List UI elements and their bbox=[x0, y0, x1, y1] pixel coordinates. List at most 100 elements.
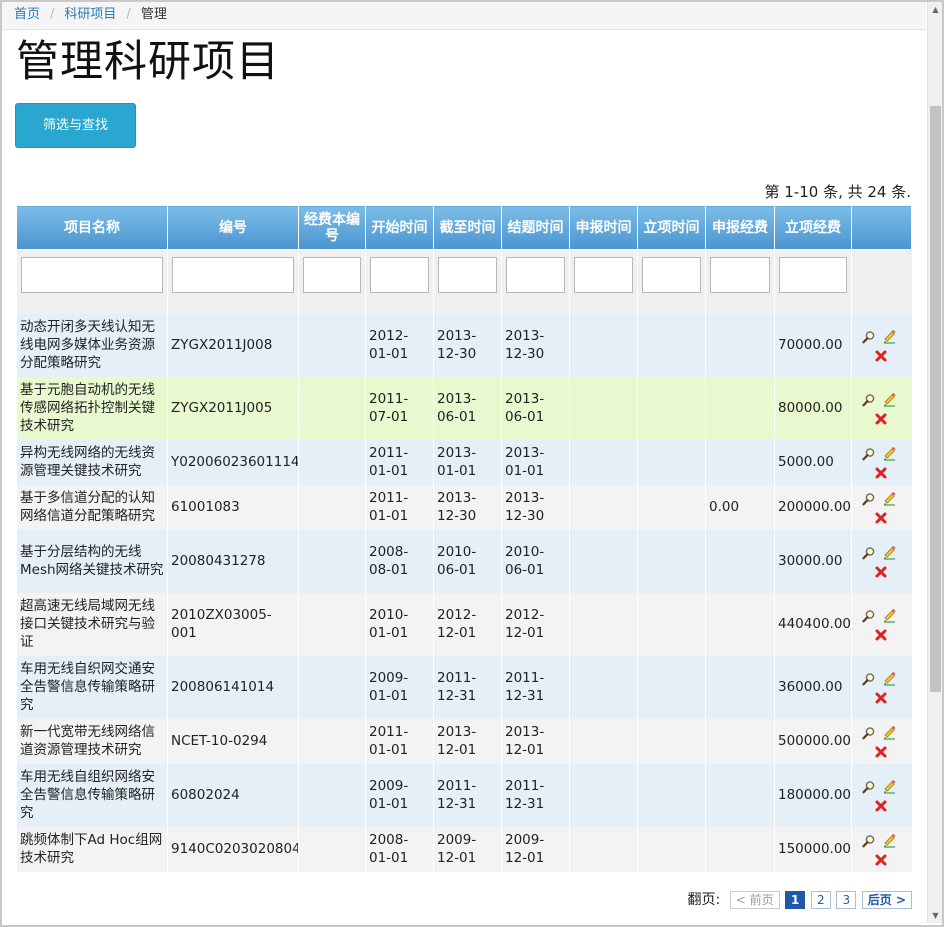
cell-start: 2010-01-01 bbox=[365, 592, 434, 656]
column-header-code[interactable]: 编号 bbox=[167, 205, 299, 250]
edit-pencil-icon[interactable] bbox=[882, 392, 896, 407]
cell-finish: 2011-12-31 bbox=[501, 763, 570, 827]
view-magnifier-icon[interactable] bbox=[862, 726, 876, 740]
prev-page-button[interactable]: < 前页 bbox=[729, 891, 780, 909]
cell-approved-fund: 30000.00 bbox=[774, 529, 852, 593]
table-row[interactable]: 车用无线自组织网络安全告警信息传输策略研究 60802024 2009-01-01 2… bbox=[16, 763, 912, 827]
edit-pencil-icon[interactable] bbox=[882, 779, 896, 794]
page-button-2[interactable]: 2 bbox=[810, 891, 831, 909]
cell-apply-date bbox=[569, 763, 638, 827]
cell-finish: 2013-12-30 bbox=[501, 313, 570, 377]
edit-pencil-icon[interactable] bbox=[882, 725, 896, 740]
breadcrumb-home-link[interactable]: 首页 bbox=[14, 7, 40, 22]
column-header-approve-date[interactable]: 立项时间 bbox=[637, 205, 706, 250]
delete-x-icon[interactable] bbox=[874, 745, 888, 759]
table-row[interactable]: 基于多信道分配的认知网络信道分配策略研究 61001083 2011-01-01 20… bbox=[16, 484, 912, 530]
filter-apply-fund-input[interactable] bbox=[710, 256, 770, 293]
edit-pencil-icon[interactable] bbox=[882, 545, 896, 560]
column-header-name[interactable]: 项目名称 bbox=[16, 205, 168, 250]
page-button-3[interactable]: 3 bbox=[836, 891, 857, 909]
cell-approved-fund: 440400.00 bbox=[774, 592, 852, 656]
cell-finish: 2013-12-30 bbox=[501, 484, 570, 530]
view-magnifier-icon[interactable] bbox=[862, 447, 876, 461]
edit-pencil-icon[interactable] bbox=[882, 671, 896, 686]
delete-x-icon[interactable] bbox=[874, 628, 888, 642]
table-row[interactable]: 动态开闭多天线认知无线电网多媒体业务资源分配策略研究 ZYGX2011J008 20… bbox=[16, 313, 912, 377]
column-header-budget-no[interactable]: 经费本编号 bbox=[298, 205, 366, 250]
filter-approved-fund-input[interactable] bbox=[779, 256, 847, 293]
delete-x-icon[interactable] bbox=[874, 466, 888, 480]
page-button-1[interactable]: 1 bbox=[785, 891, 806, 909]
column-header-finish[interactable]: 结题时间 bbox=[501, 205, 570, 250]
table-row[interactable]: 车用无线自织网交通安全告警信息传输策略研究 200806141014 2009-01… bbox=[16, 655, 912, 719]
filter-apply-date-input[interactable] bbox=[574, 256, 633, 293]
edit-pencil-icon[interactable] bbox=[882, 491, 896, 506]
vertical-scrollbar[interactable]: ▲ ▼ bbox=[927, 2, 942, 923]
cell-approved-fund: 180000.00 bbox=[774, 763, 852, 827]
cell-start: 2011-01-01 bbox=[365, 439, 434, 485]
cell-code: Y02006023601114 bbox=[167, 439, 299, 485]
delete-x-icon[interactable] bbox=[874, 412, 888, 426]
filter-start-input[interactable] bbox=[370, 256, 429, 293]
next-page-button[interactable]: 后页 > bbox=[861, 891, 912, 909]
view-magnifier-icon[interactable] bbox=[862, 393, 876, 407]
filter-search-button[interactable]: 筛选与查找 bbox=[15, 103, 136, 148]
table-row[interactable]: 跳频体制下Ad Hoc组网技术研究 9140C0203020804 2008-01-… bbox=[16, 826, 912, 872]
cell-budget-no bbox=[298, 655, 366, 719]
delete-x-icon[interactable] bbox=[874, 799, 888, 813]
cell-approved-fund: 36000.00 bbox=[774, 655, 852, 719]
delete-x-icon[interactable] bbox=[874, 565, 888, 579]
cell-budget-no bbox=[298, 763, 366, 827]
edit-pencil-icon[interactable] bbox=[882, 329, 896, 344]
filter-finish-input[interactable] bbox=[506, 256, 565, 293]
column-header-approved-fund[interactable]: 立项经费 bbox=[774, 205, 852, 250]
filter-name-input[interactable] bbox=[21, 256, 163, 293]
table-row[interactable]: 基于分层结构的无线Mesh网络关键技术研究 20080431278 2008-08-… bbox=[16, 529, 912, 593]
cell-name: 车用无线自织网交通安全告警信息传输策略研究 bbox=[16, 655, 168, 719]
cell-approved-fund: 150000.00 bbox=[774, 826, 852, 872]
view-magnifier-icon[interactable] bbox=[862, 546, 876, 560]
scroll-up-arrow-icon[interactable]: ▲ bbox=[928, 2, 943, 17]
table-row[interactable]: 新一代宽带无线网络信道资源管理技术研究 NCET-10-0294 2011-01-0… bbox=[16, 718, 912, 764]
view-magnifier-icon[interactable] bbox=[862, 834, 876, 848]
filter-approve-date-input[interactable] bbox=[642, 256, 701, 293]
breadcrumb-section-link[interactable]: 科研项目 bbox=[64, 7, 116, 22]
column-header-apply-date[interactable]: 申报时间 bbox=[569, 205, 638, 250]
filter-code-input[interactable] bbox=[172, 256, 294, 293]
row-actions bbox=[851, 313, 912, 377]
column-header-apply-fund[interactable]: 申报经费 bbox=[705, 205, 775, 250]
filter-deadline-input[interactable] bbox=[438, 256, 497, 293]
column-header-deadline[interactable]: 截至时间 bbox=[433, 205, 502, 250]
page-title: 管理科研项目 bbox=[16, 37, 280, 87]
delete-x-icon[interactable] bbox=[874, 511, 888, 525]
view-magnifier-icon[interactable] bbox=[862, 492, 876, 506]
cell-finish: 2009-12-01 bbox=[501, 826, 570, 872]
filter-budget-no-input[interactable] bbox=[303, 256, 361, 293]
view-magnifier-icon[interactable] bbox=[862, 672, 876, 686]
edit-pencil-icon[interactable] bbox=[882, 833, 896, 848]
view-magnifier-icon[interactable] bbox=[862, 330, 876, 344]
cell-code: ZYGX2011J005 bbox=[167, 376, 299, 440]
delete-x-icon[interactable] bbox=[874, 349, 888, 363]
cell-budget-no bbox=[298, 313, 366, 377]
cell-start: 2012-01-01 bbox=[365, 313, 434, 377]
cell-deadline: 2013-12-30 bbox=[433, 484, 502, 530]
row-actions bbox=[851, 484, 912, 530]
cell-apply-fund bbox=[705, 718, 775, 764]
delete-x-icon[interactable] bbox=[874, 691, 888, 705]
cell-apply-date bbox=[569, 826, 638, 872]
view-magnifier-icon[interactable] bbox=[862, 780, 876, 794]
table-row[interactable]: 基于元胞自动机的无线传感网络拓扑控制关键技术研究 ZYGX2011J005 2011… bbox=[16, 376, 912, 440]
edit-pencil-icon[interactable] bbox=[882, 608, 896, 623]
scrollbar-thumb[interactable] bbox=[930, 106, 941, 692]
table-header-row: 项目名称 编号 经费本编号 开始时间 截至时间 结题时间 申报时间 立项时间 申… bbox=[16, 205, 912, 250]
view-magnifier-icon[interactable] bbox=[862, 609, 876, 623]
cell-finish: 2013-12-01 bbox=[501, 718, 570, 764]
table-row[interactable]: 超高速无线局域网无线接口关键技术研究与验证 2010ZX03005-001 2010… bbox=[16, 592, 912, 656]
delete-x-icon[interactable] bbox=[874, 853, 888, 867]
column-header-start[interactable]: 开始时间 bbox=[365, 205, 434, 250]
scroll-down-arrow-icon[interactable]: ▼ bbox=[928, 908, 943, 923]
table-row[interactable]: 异构无线网络的无线资源管理关键技术研究 Y02006023601114 2011-0… bbox=[16, 439, 912, 485]
cell-apply-date bbox=[569, 529, 638, 593]
edit-pencil-icon[interactable] bbox=[882, 446, 896, 461]
